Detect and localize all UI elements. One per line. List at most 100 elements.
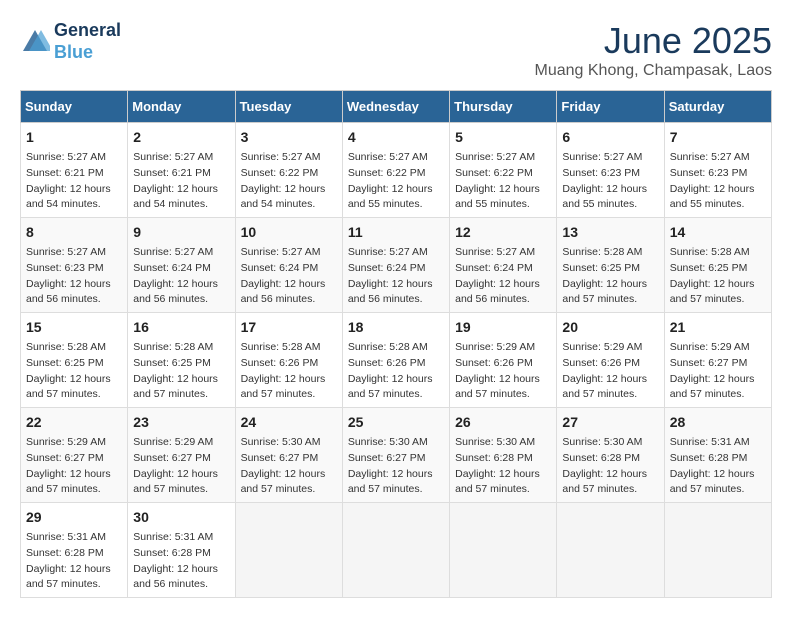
calendar-cell: 2Sunrise: 5:27 AMSunset: 6:21 PMDaylight… — [128, 123, 235, 218]
day-number: 18 — [348, 317, 444, 338]
calendar-cell: 7Sunrise: 5:27 AMSunset: 6:23 PMDaylight… — [664, 123, 771, 218]
logo-text: General Blue — [54, 20, 121, 63]
day-info-line: and 56 minutes. — [133, 292, 229, 308]
day-number: 5 — [455, 127, 551, 148]
calendar-cell: 24Sunrise: 5:30 AMSunset: 6:27 PMDayligh… — [235, 408, 342, 503]
day-info-line: Sunrise: 5:27 AM — [133, 150, 229, 166]
day-info-line: Daylight: 12 hours — [133, 467, 229, 483]
day-info-line: Sunrise: 5:27 AM — [455, 245, 551, 261]
day-number: 20 — [562, 317, 658, 338]
day-info-line: Sunrise: 5:27 AM — [241, 245, 337, 261]
day-info-line: Daylight: 12 hours — [455, 182, 551, 198]
day-info-line: Sunset: 6:23 PM — [26, 261, 122, 277]
day-info-line: Sunset: 6:24 PM — [133, 261, 229, 277]
day-info-line: and 57 minutes. — [26, 577, 122, 593]
weekday-header-wednesday: Wednesday — [342, 91, 449, 123]
day-info-line: Daylight: 12 hours — [455, 277, 551, 293]
day-info-line: Sunrise: 5:29 AM — [670, 340, 766, 356]
day-number: 3 — [241, 127, 337, 148]
day-info-line: Daylight: 12 hours — [26, 182, 122, 198]
calendar-cell — [557, 503, 664, 598]
calendar-cell: 22Sunrise: 5:29 AMSunset: 6:27 PMDayligh… — [21, 408, 128, 503]
calendar-cell: 28Sunrise: 5:31 AMSunset: 6:28 PMDayligh… — [664, 408, 771, 503]
day-info-line: Sunrise: 5:27 AM — [26, 245, 122, 261]
day-info-line: Sunrise: 5:28 AM — [26, 340, 122, 356]
day-info-line: and 57 minutes. — [562, 482, 658, 498]
day-info-line: Daylight: 12 hours — [562, 372, 658, 388]
location: Muang Khong, Champasak, Laos — [535, 62, 772, 80]
day-info-line: Sunrise: 5:30 AM — [348, 435, 444, 451]
day-info-line: Sunrise: 5:29 AM — [133, 435, 229, 451]
day-info-line: Daylight: 12 hours — [348, 182, 444, 198]
day-info-line: Sunrise: 5:28 AM — [241, 340, 337, 356]
calendar-cell: 25Sunrise: 5:30 AMSunset: 6:27 PMDayligh… — [342, 408, 449, 503]
day-number: 8 — [26, 222, 122, 243]
day-info-line: and 57 minutes. — [241, 387, 337, 403]
day-number: 26 — [455, 412, 551, 433]
day-number: 24 — [241, 412, 337, 433]
day-info-line: Sunset: 6:26 PM — [348, 356, 444, 372]
day-info-line: Daylight: 12 hours — [348, 372, 444, 388]
day-number: 6 — [562, 127, 658, 148]
day-info-line: and 57 minutes. — [455, 482, 551, 498]
weekday-header-thursday: Thursday — [450, 91, 557, 123]
day-info-line: Sunset: 6:27 PM — [348, 451, 444, 467]
day-info-line: Sunrise: 5:27 AM — [133, 245, 229, 261]
day-number: 11 — [348, 222, 444, 243]
month-title: June 2025 — [535, 20, 772, 62]
calendar-cell: 20Sunrise: 5:29 AMSunset: 6:26 PMDayligh… — [557, 313, 664, 408]
day-info-line: and 57 minutes. — [26, 482, 122, 498]
day-info-line: and 54 minutes. — [133, 197, 229, 213]
day-info-line: Sunset: 6:25 PM — [670, 261, 766, 277]
day-info-line: Daylight: 12 hours — [241, 277, 337, 293]
day-info-line: Sunset: 6:28 PM — [133, 546, 229, 562]
day-info-line: and 54 minutes. — [241, 197, 337, 213]
day-info-line: and 57 minutes. — [348, 387, 444, 403]
logo-icon — [20, 27, 50, 57]
day-info-line: Sunset: 6:28 PM — [562, 451, 658, 467]
day-number: 28 — [670, 412, 766, 433]
day-info-line: Sunrise: 5:30 AM — [241, 435, 337, 451]
day-number: 15 — [26, 317, 122, 338]
calendar-cell: 30Sunrise: 5:31 AMSunset: 6:28 PMDayligh… — [128, 503, 235, 598]
day-info-line: Sunset: 6:23 PM — [562, 166, 658, 182]
day-info-line: Sunset: 6:25 PM — [133, 356, 229, 372]
week-row-3: 15Sunrise: 5:28 AMSunset: 6:25 PMDayligh… — [21, 313, 772, 408]
calendar-cell: 12 Sunrise: 5:27 AMSunset: 6:24 PMDayligh… — [450, 218, 557, 313]
calendar-table: SundayMondayTuesdayWednesdayThursdayFrid… — [20, 90, 772, 598]
day-info-line: Sunset: 6:24 PM — [455, 261, 551, 277]
day-info-line: Sunset: 6:26 PM — [241, 356, 337, 372]
day-info-line: Sunrise: 5:27 AM — [26, 150, 122, 166]
day-info-line: Daylight: 12 hours — [348, 277, 444, 293]
day-info-line: Sunset: 6:25 PM — [26, 356, 122, 372]
day-number: 22 — [26, 412, 122, 433]
day-info-line: Daylight: 12 hours — [241, 372, 337, 388]
day-info-line: and 57 minutes. — [670, 482, 766, 498]
page-header: General Blue June 2025 Muang Khong, Cham… — [20, 20, 772, 80]
day-info-line: and 55 minutes. — [562, 197, 658, 213]
day-info-line: Daylight: 12 hours — [26, 562, 122, 578]
day-info-line: Sunrise: 5:29 AM — [562, 340, 658, 356]
day-info-line: Daylight: 12 hours — [670, 372, 766, 388]
day-info-line: Sunset: 6:27 PM — [26, 451, 122, 467]
day-info-line: and 54 minutes. — [26, 197, 122, 213]
weekday-header-sunday: Sunday — [21, 91, 128, 123]
week-row-5: 29Sunrise: 5:31 AMSunset: 6:28 PMDayligh… — [21, 503, 772, 598]
week-row-2: 8Sunrise: 5:27 AMSunset: 6:23 PMDaylight… — [21, 218, 772, 313]
day-number: 7 — [670, 127, 766, 148]
day-info-line: and 57 minutes. — [455, 387, 551, 403]
weekday-header-friday: Friday — [557, 91, 664, 123]
calendar-cell — [450, 503, 557, 598]
day-number: 19 — [455, 317, 551, 338]
day-info-line: Sunset: 6:28 PM — [26, 546, 122, 562]
calendar-cell: 6Sunrise: 5:27 AMSunset: 6:23 PMDaylight… — [557, 123, 664, 218]
calendar-cell: 13Sunrise: 5:28 AMSunset: 6:25 PMDayligh… — [557, 218, 664, 313]
day-number: 12 — [455, 222, 551, 243]
day-info-line: Sunrise: 5:30 AM — [455, 435, 551, 451]
calendar-cell: 16Sunrise: 5:28 AMSunset: 6:25 PMDayligh… — [128, 313, 235, 408]
day-info-line: and 56 minutes. — [26, 292, 122, 308]
day-info-line: and 57 minutes. — [348, 482, 444, 498]
day-info-line: Daylight: 12 hours — [455, 372, 551, 388]
day-info-line: Daylight: 12 hours — [241, 182, 337, 198]
day-info-line: Sunset: 6:24 PM — [241, 261, 337, 277]
